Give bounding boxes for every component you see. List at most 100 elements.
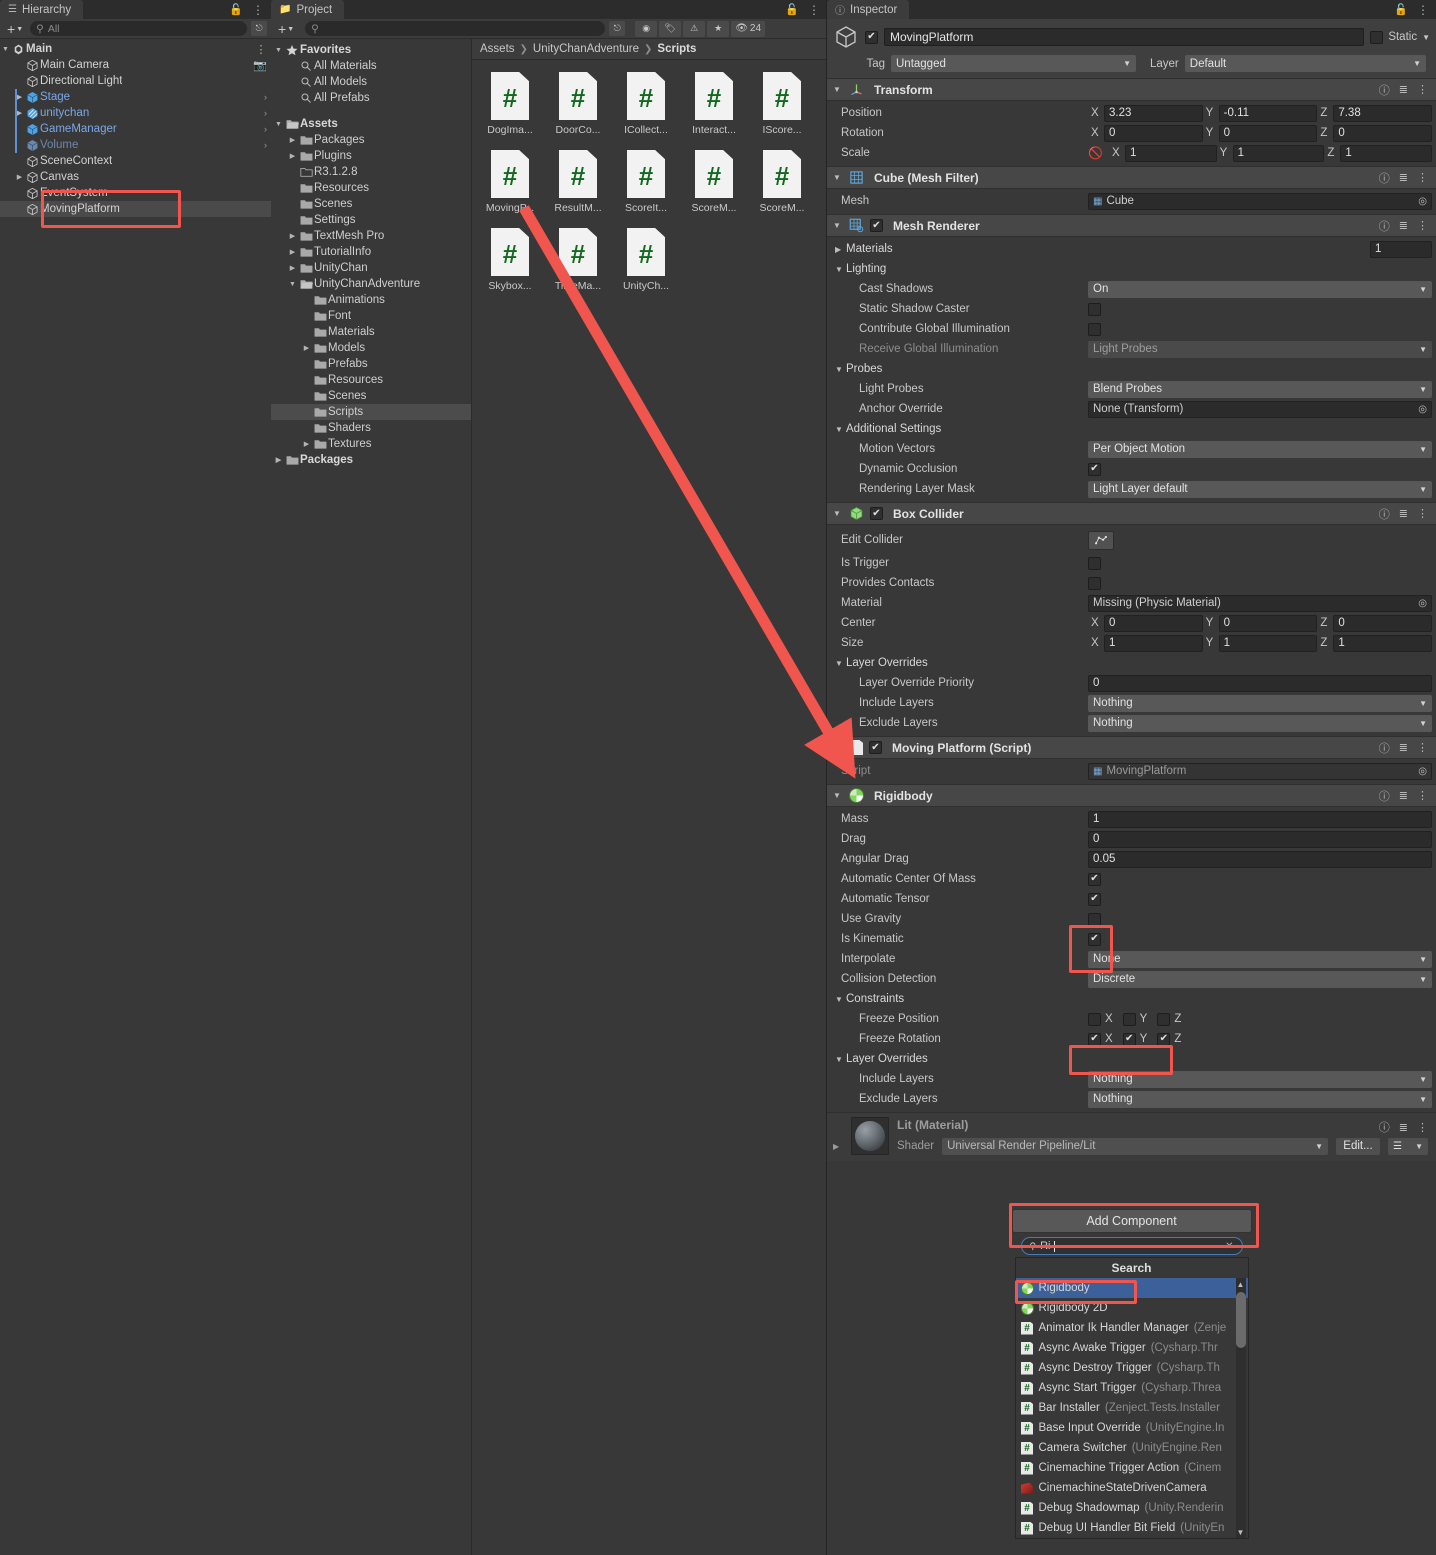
twisty-icon[interactable]: ▶ — [287, 136, 298, 144]
twisty-icon[interactable]: ▶ — [301, 440, 312, 448]
asset-item[interactable]: #ScoreIt... — [613, 148, 679, 214]
twisty-icon[interactable]: ▼ — [273, 47, 284, 54]
field-x[interactable]: 0 — [1104, 615, 1203, 632]
clear-icon[interactable]: ✕ — [1225, 1241, 1233, 1252]
breadcrumb-item-scripts[interactable]: Scripts — [657, 43, 696, 55]
foldout-row[interactable]: ▶Materials1 — [827, 239, 1436, 259]
project-folder-unitychan[interactable]: ▶UnityChan — [271, 260, 471, 276]
field-y[interactable]: 0 — [1219, 125, 1318, 142]
project-folder-unitychanadventure[interactable]: ▼UnityChanAdventure — [271, 276, 471, 292]
asset-item[interactable]: #ResultM... — [545, 148, 611, 214]
hierarchy-item-main-camera[interactable]: Main Camera📷 — [0, 57, 271, 73]
tab-inspector[interactable]: ⓘ Inspector — [827, 0, 909, 19]
filter-by-type-icon[interactable]: ◉ — [635, 21, 657, 37]
project-folder-materials[interactable]: Materials — [271, 324, 471, 340]
shader-dropdown[interactable]: Universal Render Pipeline/Lit ▼ — [942, 1138, 1328, 1155]
field-y[interactable]: 1 — [1233, 145, 1325, 162]
hierarchy-item-stage[interactable]: ▶Stage› — [0, 89, 271, 105]
twisty-icon[interactable]: ▼ — [833, 173, 843, 182]
lock-icon[interactable]: 🔓 — [229, 3, 243, 16]
lock-icon[interactable]: 🔓 — [785, 3, 799, 16]
scroll-up-arrow-icon[interactable]: ▲ — [1236, 1278, 1246, 1290]
filter-by-label-icon[interactable]: 🏷 — [659, 21, 681, 37]
component-header[interactable]: ▼Rigidbodyⓘ≣⋮ — [827, 784, 1436, 807]
create-gameobject-button[interactable]: + ▼ — [4, 22, 26, 36]
component-enabled-checkbox[interactable] — [870, 507, 883, 520]
tag-dropdown[interactable]: Untagged ▼ — [891, 55, 1136, 72]
component-result-async-destroy-trigger[interactable]: #Async Destroy Trigger(Cysharp.Th — [1016, 1358, 1248, 1378]
kebab-menu-icon[interactable]: ⋮ — [1417, 789, 1428, 802]
twisty-icon[interactable]: ▶ — [273, 456, 284, 464]
project-folder-all-prefabs[interactable]: All Prefabs — [271, 90, 471, 106]
hierarchy-item-gamemanager[interactable]: GameManager› — [0, 121, 271, 137]
twisty-icon[interactable]: ▼ — [835, 265, 846, 274]
component-result-cinemachine-trigger-action[interactable]: #Cinemachine Trigger Action(Cinem — [1016, 1458, 1248, 1478]
text-field[interactable]: 0 — [1088, 831, 1432, 848]
edit-collider-icon[interactable] — [1088, 531, 1114, 550]
project-folder-scenes[interactable]: Scenes — [271, 388, 471, 404]
asset-item[interactable]: #Skybox... — [477, 226, 543, 292]
object-field[interactable]: ▦MovingPlatform◎ — [1088, 763, 1432, 780]
layer-dropdown[interactable]: Default ▼ — [1185, 55, 1426, 72]
freeze-axis-x-checkbox[interactable] — [1088, 1013, 1101, 1026]
checkbox-field[interactable] — [1088, 303, 1101, 316]
preset-icon[interactable]: ≣ — [1399, 741, 1408, 754]
field-z[interactable]: 0 — [1333, 615, 1432, 632]
component-result-async-awake-trigger[interactable]: #Async Awake Trigger(Cysharp.Thr — [1016, 1338, 1248, 1358]
scrollbar-thumb[interactable] — [1236, 1292, 1246, 1348]
material-preset-button[interactable]: ☰ ▼ — [1388, 1138, 1428, 1155]
freeze-axis-x-checkbox[interactable] — [1088, 1033, 1101, 1046]
asset-item[interactable]: #TimeMa... — [545, 226, 611, 292]
dropdown-field[interactable]: Nothing▼ — [1088, 695, 1432, 712]
dropdown-field[interactable]: Light Layer default▼ — [1088, 481, 1432, 498]
add-component-button[interactable]: Add Component — [1012, 1209, 1252, 1233]
dropdown-field[interactable]: Nothing▼ — [1088, 715, 1432, 732]
dropdown-field[interactable]: Light Probes▼ — [1088, 341, 1432, 358]
twisty-icon[interactable]: ▼ — [833, 509, 843, 518]
dropdown-field[interactable]: Discrete▼ — [1088, 971, 1432, 988]
material-foldout-icon[interactable]: ▶ — [833, 1142, 843, 1155]
dropdown-field[interactable]: Per Object Motion▼ — [1088, 441, 1432, 458]
project-folder-packages[interactable]: ▶Packages — [271, 452, 471, 468]
text-field[interactable]: 0.05 — [1088, 851, 1432, 868]
field-x[interactable]: 1 — [1104, 635, 1203, 652]
object-picker-icon[interactable]: ◎ — [1418, 598, 1427, 609]
project-folder-all-materials[interactable]: All Materials — [271, 58, 471, 74]
component-result-debug-ui-handler-bit-field[interactable]: #Debug UI Handler Bit Field(UnityEn — [1016, 1518, 1248, 1538]
freeze-axis-z-checkbox[interactable] — [1157, 1033, 1170, 1046]
freeze-axis-z-checkbox[interactable] — [1157, 1013, 1170, 1026]
field-y[interactable]: 0 — [1219, 615, 1318, 632]
component-header[interactable]: ▼Transformⓘ≣⋮ — [827, 78, 1436, 101]
chevron-right-icon[interactable]: › — [264, 92, 267, 102]
asset-item[interactable]: #MovingP... — [477, 148, 543, 214]
preset-icon[interactable]: ≣ — [1399, 1121, 1408, 1134]
checkbox-field[interactable] — [1088, 323, 1101, 336]
static-dropdown-arrow-icon[interactable]: ▼ — [1422, 33, 1430, 42]
chevron-right-icon[interactable]: › — [264, 140, 267, 150]
project-folder-resources[interactable]: Resources — [271, 180, 471, 196]
field-z[interactable]: 1 — [1333, 635, 1432, 652]
asset-item[interactable]: #DogIma... — [477, 70, 543, 136]
add-component-search-input[interactable]: ⚲ Ri ✕ — [1021, 1237, 1243, 1255]
project-folder-animations[interactable]: Animations — [271, 292, 471, 308]
project-folder-font[interactable]: Font — [271, 308, 471, 324]
kebab-menu-icon[interactable]: ⋮ — [1417, 1121, 1428, 1134]
twisty-icon[interactable]: ▼ — [0, 46, 11, 53]
project-search-input[interactable]: ⚲ — [305, 21, 605, 36]
hierarchy-item-scenecontext[interactable]: SceneContext — [0, 153, 271, 169]
twisty-icon[interactable]: ▶ — [301, 344, 312, 352]
field-x[interactable]: 1 — [1125, 145, 1217, 162]
hierarchy-item-unitychan[interactable]: ▶unitychan› — [0, 105, 271, 121]
kebab-menu-icon[interactable]: ⋮ — [1417, 171, 1428, 184]
component-header[interactable]: ▼Moving Platform (Script)ⓘ≣⋮ — [827, 736, 1436, 759]
gameobject-name-input[interactable]: MovingPlatform — [884, 28, 1364, 46]
field-y[interactable]: -0.11 — [1219, 105, 1318, 122]
checkbox-field[interactable] — [1088, 463, 1101, 476]
twisty-icon[interactable]: ▶ — [287, 248, 298, 256]
component-result-rigidbody[interactable]: Rigidbody — [1016, 1278, 1248, 1298]
component-enabled-checkbox[interactable] — [870, 219, 883, 232]
twisty-icon[interactable]: ▼ — [835, 659, 846, 668]
asset-item[interactable]: #UnityCh... — [613, 226, 679, 292]
twisty-icon[interactable]: ▼ — [833, 743, 843, 752]
dropdown-field[interactable]: None▼ — [1088, 951, 1432, 968]
